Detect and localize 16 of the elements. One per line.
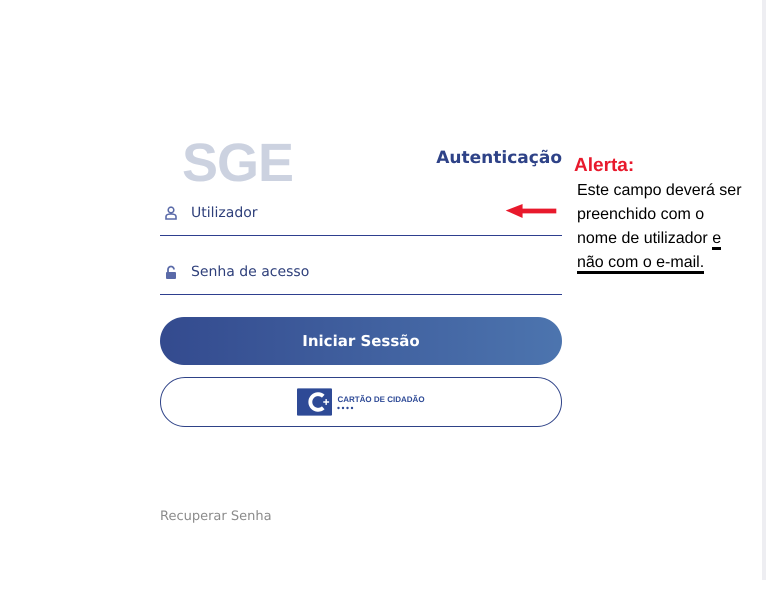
dots-icon <box>337 406 356 410</box>
page-heading: Autenticação <box>436 148 562 168</box>
alert-text: preenchido com o <box>576 205 706 225</box>
input-field[interactable]: Senha de acesso <box>189 263 562 281</box>
alert-title: Alerta: <box>574 155 636 177</box>
alert-text: Este campo deverá ser <box>576 181 742 201</box>
input-field[interactable]: Utilizador <box>189 204 562 222</box>
login-button[interactable]: Iniciar Sessão <box>160 317 562 365</box>
alert-text: não com o e-mail. <box>574 251 742 275</box>
alert-text: nome de utilizador e <box>574 227 742 251</box>
user-icon <box>165 206 177 220</box>
recover-password-link[interactable]: Recuperar Senha <box>160 509 272 524</box>
lock-icon <box>165 265 177 279</box>
card-logo-icon <box>297 388 332 416</box>
arrow-icon <box>505 203 557 218</box>
citizen-card-button[interactable]: CARTÃO DE CIDADÃO <box>160 377 562 427</box>
